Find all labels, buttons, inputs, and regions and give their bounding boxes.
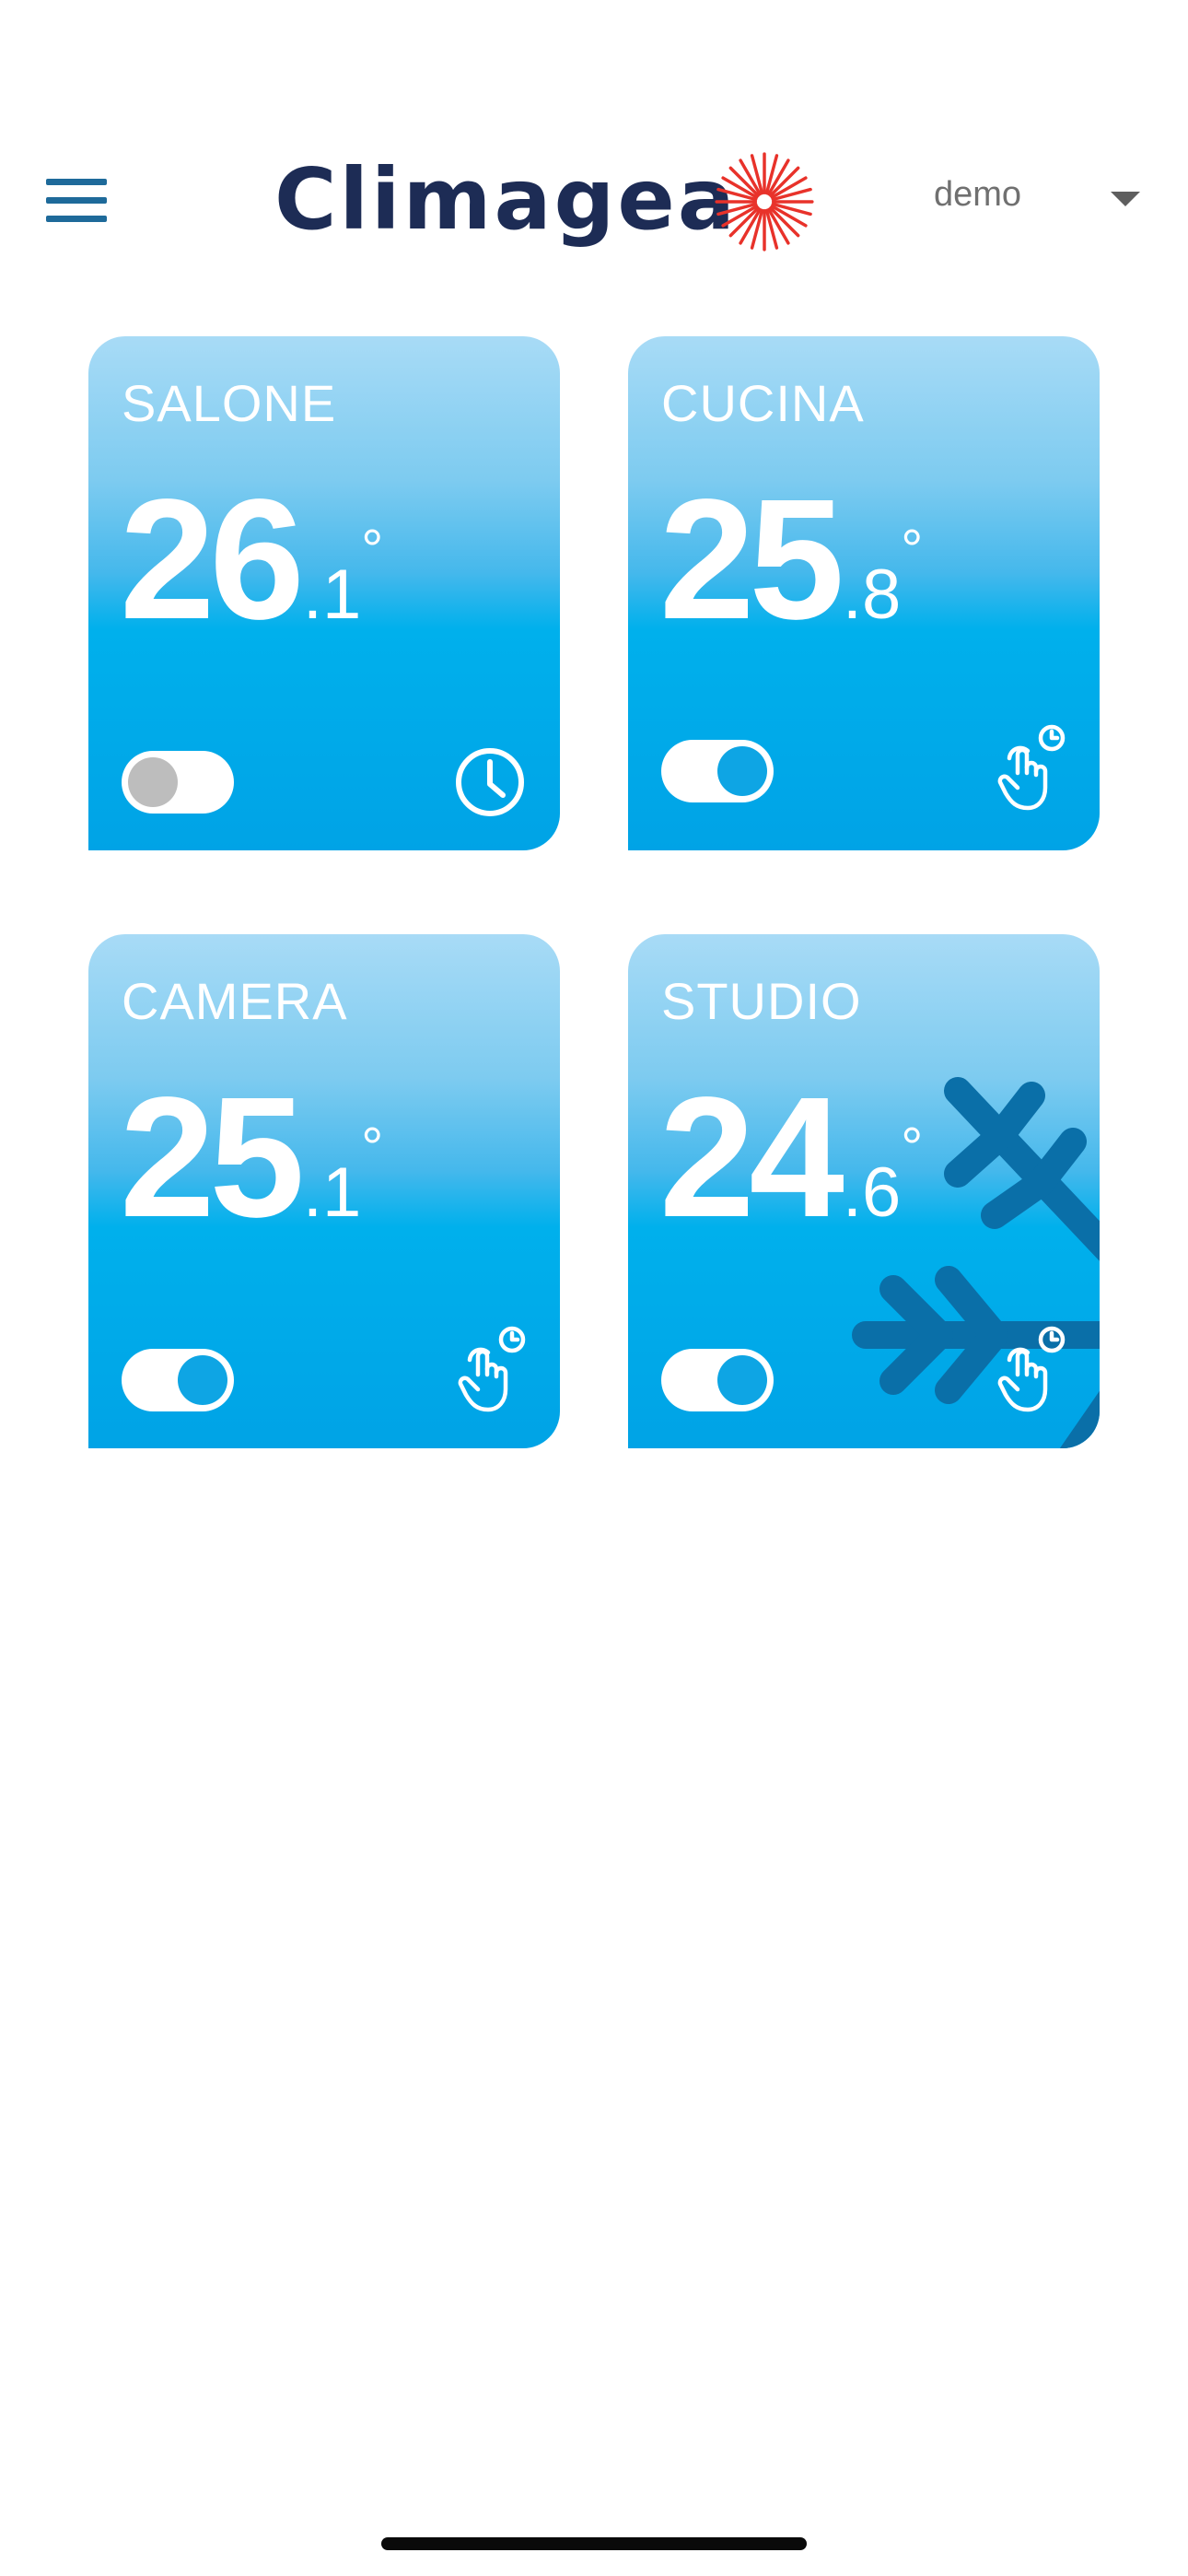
logo-text: Climagea — [274, 150, 738, 249]
room-power-toggle[interactable] — [661, 1349, 774, 1411]
user-name: demo — [934, 175, 1022, 214]
temperature-decimal: .6 — [842, 1153, 902, 1232]
caret-down-icon — [1111, 192, 1140, 206]
room-power-toggle[interactable] — [661, 740, 774, 802]
temperature-unit: ° — [901, 1117, 924, 1178]
toggle-knob — [717, 1355, 767, 1405]
room-power-toggle[interactable] — [122, 751, 234, 814]
temperature-decimal: .1 — [302, 1153, 362, 1232]
clock-schedule-icon[interactable] — [449, 734, 530, 823]
temperature-decimal: .8 — [842, 556, 902, 634]
room-power-toggle[interactable] — [122, 1349, 234, 1411]
home-indicator[interactable] — [381, 2537, 807, 2550]
user-dropdown[interactable]: demo — [930, 170, 1144, 225]
menu-line — [46, 179, 107, 185]
manual-hand-timer-icon[interactable] — [989, 1325, 1070, 1413]
sun-burst-icon — [715, 152, 814, 252]
room-temperature: 25.1° — [120, 1072, 383, 1244]
room-temperature: 26.1° — [120, 474, 383, 646]
temperature-integer: 25 — [120, 1062, 305, 1253]
temperature-integer: 24 — [659, 1062, 844, 1253]
toggle-knob — [717, 746, 767, 796]
manual-hand-timer-icon[interactable] — [989, 723, 1070, 812]
manual-hand-timer-icon[interactable] — [449, 1325, 530, 1413]
toggle-knob — [128, 757, 178, 807]
room-card-studio[interactable]: STUDIO 24.6° — [628, 934, 1100, 1448]
temperature-integer: 25 — [659, 464, 844, 655]
room-card-camera[interactable]: CAMERA 25.1° — [88, 934, 560, 1448]
room-card-cucina[interactable]: CUCINA 25.8° — [628, 336, 1100, 850]
climagea-logo: Climagea — [274, 147, 818, 258]
room-temperature: 25.8° — [659, 474, 923, 646]
room-name: CAMERA — [122, 972, 348, 1030]
temperature-decimal: .1 — [302, 556, 362, 634]
room-card-salone[interactable]: SALONE 26.1° — [88, 336, 560, 850]
menu-line — [46, 216, 107, 222]
room-temperature: 24.6° — [659, 1072, 923, 1244]
app-header: Climagea demo — [0, 0, 1188, 304]
temperature-unit: ° — [901, 519, 924, 580]
menu-line — [46, 197, 107, 204]
toggle-knob — [178, 1355, 227, 1405]
room-name: SALONE — [122, 374, 337, 432]
temperature-unit: ° — [361, 519, 384, 580]
room-name: STUDIO — [661, 972, 862, 1030]
temperature-unit: ° — [361, 1117, 384, 1178]
room-name: CUCINA — [661, 374, 865, 432]
hamburger-menu-icon[interactable] — [42, 175, 109, 225]
temperature-integer: 26 — [120, 464, 305, 655]
